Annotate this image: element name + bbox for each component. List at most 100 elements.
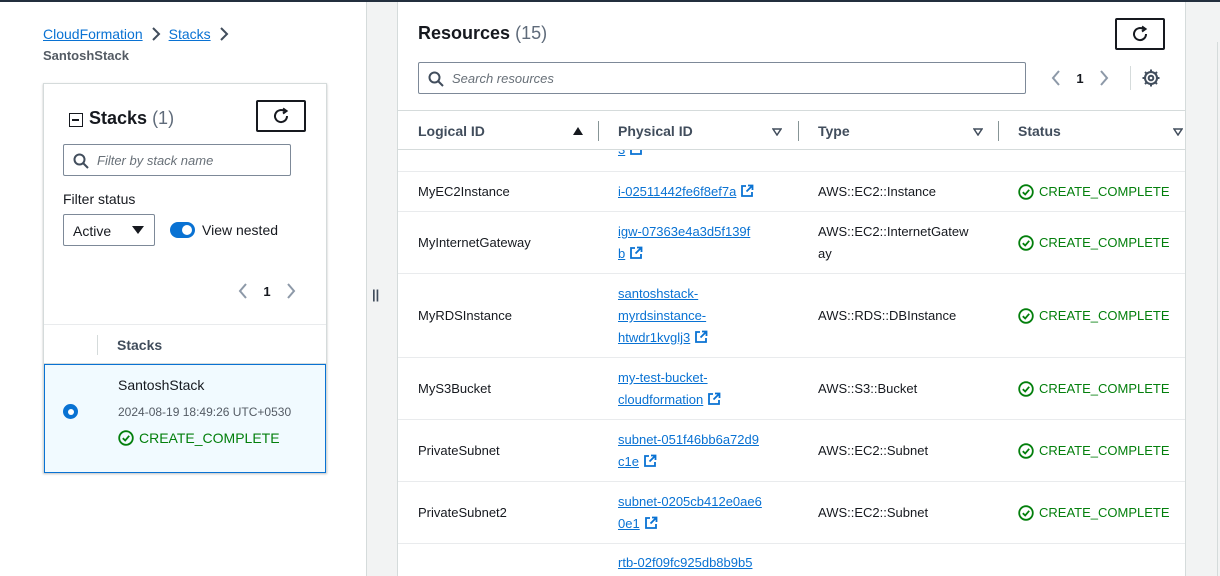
stacks-count: (1): [152, 108, 175, 128]
pane-splitter: [366, 2, 367, 576]
external-link-icon[interactable]: [707, 392, 721, 406]
resource-status: CREATE_COMPLETE: [1018, 305, 1170, 327]
external-link-icon[interactable]: [740, 184, 754, 198]
resource-type-cell: AWS::S3::Bucket: [818, 378, 983, 400]
logical-id-cell: PrivateSubnet2: [418, 505, 507, 520]
filter-status-label: Filter status: [63, 191, 136, 207]
check-circle-icon: [1018, 443, 1034, 459]
check-circle-icon: [1018, 235, 1034, 251]
physical-id-text[interactable]: c1e: [618, 454, 639, 469]
resources-search-placeholder: Search resources: [452, 71, 554, 86]
collapse-icon[interactable]: [69, 113, 83, 127]
breadcrumb-stacks-link[interactable]: Stacks: [169, 26, 211, 42]
previous-page-button[interactable]: [1045, 67, 1067, 89]
resource-type-text: AWS::EC2::Subnet: [818, 505, 929, 520]
external-link-icon[interactable]: [694, 330, 708, 344]
external-link-icon[interactable]: [643, 454, 657, 468]
resize-handle-icon[interactable]: ||: [372, 287, 379, 302]
chevron-right-icon: [211, 24, 237, 44]
resource-type-cell: AWS::RDS::DBInstance: [818, 305, 983, 327]
column-divider[interactable]: [798, 121, 799, 141]
resources-heading: Resources (15): [418, 23, 547, 44]
resource-row[interactable]: MyInternetGateway igw-07363e4a3d5f139f b AW…: [398, 212, 1185, 274]
type-column-header[interactable]: Type: [818, 123, 850, 139]
resources-table-header: Logical ID Physical ID Type Status: [398, 110, 1185, 150]
resource-row[interactable]: MyRDSInstance santoshstack-myrdsinstance-…: [398, 274, 1185, 358]
next-page-button[interactable]: [280, 280, 302, 302]
resource-status: CREATE_COMPLETE: [1018, 181, 1170, 203]
check-circle-icon: [1018, 184, 1034, 200]
resources-table-body: 3MyEC2Instancei-02511442fe6f8ef7aAWS::EC…: [398, 142, 1185, 576]
physical-id-text[interactable]: subnet-051f46bb6a72d9: [618, 432, 759, 447]
current-page[interactable]: 1: [254, 284, 280, 299]
resource-row[interactable]: PrivateSubnet subnet-051f46bb6a72d9 c1e AWS…: [398, 420, 1185, 482]
resources-panel: Resources (15) Search resources 1 Logica…: [397, 2, 1186, 576]
physical-id-text[interactable]: my-test-bucket-: [618, 370, 708, 385]
logical-id-cell: MyRDSInstance: [418, 308, 512, 323]
resources-title: Resources: [418, 23, 511, 43]
resource-row[interactable]: 3: [398, 142, 1185, 172]
sort-icon[interactable]: [772, 128, 782, 136]
physical-id-text[interactable]: i-02511442fe6f8ef7a: [618, 184, 736, 199]
physical-id-text[interactable]: myrdsinstance-: [618, 308, 706, 323]
sort-icon[interactable]: [973, 128, 983, 136]
resource-row[interactable]: rtb-02f09fc925db8b9b5: [398, 544, 1185, 576]
stack-select-radio[interactable]: [63, 404, 78, 419]
view-nested-toggle[interactable]: [170, 222, 195, 238]
physical-id-link[interactable]: subnet-051f46bb6a72d9 c1e: [618, 429, 780, 473]
status-column-header[interactable]: Status: [1018, 123, 1061, 139]
physical-id-text[interactable]: cloudformation: [618, 392, 703, 407]
check-circle-icon: [1018, 505, 1034, 521]
resource-row[interactable]: MyEC2Instance i-02511442fe6f8ef7a AWS::EC2…: [398, 172, 1185, 212]
physical-id-column-header[interactable]: Physical ID: [618, 123, 693, 139]
external-link-icon[interactable]: [644, 516, 658, 530]
resource-row[interactable]: MyS3Bucket my-test-bucket-cloudformation A…: [398, 358, 1185, 420]
stacks-refresh-button[interactable]: [256, 100, 306, 132]
left-pane: CloudFormation Stacks SantoshStack Stack…: [0, 2, 366, 576]
physical-id-text[interactable]: igw-07363e4a3d5f139f: [618, 224, 750, 239]
physical-id-text[interactable]: 0e1: [618, 516, 640, 531]
previous-page-button[interactable]: [232, 280, 254, 302]
sort-ascending-icon[interactable]: [573, 127, 583, 135]
stack-name-filter-input[interactable]: Filter by stack name: [63, 144, 291, 176]
physical-id-text[interactable]: rtb-02f09fc925db8b9b5: [618, 555, 752, 570]
refresh-icon: [1133, 25, 1148, 42]
breadcrumb-cloudformation-link[interactable]: CloudFormation: [43, 26, 143, 42]
external-link-icon[interactable]: [629, 246, 643, 260]
logical-id-column-header[interactable]: Logical ID: [418, 123, 485, 139]
stack-name: SantoshStack: [118, 377, 205, 393]
stack-filter-placeholder: Filter by stack name: [97, 153, 214, 168]
physical-id-link[interactable]: igw-07363e4a3d5f139f b: [618, 221, 780, 265]
chevron-right-icon: [1100, 70, 1109, 86]
stack-row[interactable]: SantoshStack 2024-08-19 18:49:26 UTC+053…: [44, 364, 326, 473]
chevron-right-icon: [287, 283, 296, 299]
physical-id-text[interactable]: b: [618, 246, 625, 261]
physical-id-link[interactable]: subnet-0205cb412e0ae6 0e1: [618, 491, 780, 535]
filter-status-select[interactable]: Active: [63, 214, 155, 246]
gear-icon[interactable]: [1142, 69, 1160, 87]
sort-icon[interactable]: [1173, 128, 1183, 136]
filter-status-value: Active: [73, 223, 112, 239]
physical-id-text[interactable]: htwdr1kvglj3: [618, 330, 690, 345]
physical-id-link[interactable]: i-02511442fe6f8ef7a: [618, 181, 780, 203]
resources-refresh-button[interactable]: [1115, 18, 1165, 50]
stack-status: CREATE_COMPLETE: [118, 430, 280, 446]
resource-status: CREATE_COMPLETE: [1018, 440, 1170, 462]
stacks-table-header: Stacks: [44, 324, 326, 364]
physical-id-link[interactable]: santoshstack-myrdsinstance-htwdr1kvglj3: [618, 283, 780, 349]
current-page[interactable]: 1: [1067, 71, 1093, 86]
resources-pagination: 1: [1045, 67, 1115, 89]
column-divider[interactable]: [598, 121, 599, 141]
column-divider[interactable]: [998, 121, 999, 141]
resource-row[interactable]: PrivateSubnet2 subnet-0205cb412e0ae6 0e1 AW…: [398, 482, 1185, 544]
physical-id-text[interactable]: subnet-0205cb412e0ae6: [618, 494, 762, 509]
search-icon: [428, 71, 444, 87]
next-page-button[interactable]: [1093, 67, 1115, 89]
chevron-right-icon: [143, 24, 169, 44]
resources-search-input[interactable]: Search resources: [418, 62, 1026, 94]
physical-id-text[interactable]: santoshstack-: [618, 286, 698, 301]
refresh-icon: [274, 107, 289, 124]
physical-id-link[interactable]: rtb-02f09fc925db8b9b5: [618, 552, 780, 574]
physical-id-link[interactable]: my-test-bucket-cloudformation: [618, 367, 780, 411]
resource-type-text: AWS::RDS::DBInstance: [818, 308, 957, 323]
